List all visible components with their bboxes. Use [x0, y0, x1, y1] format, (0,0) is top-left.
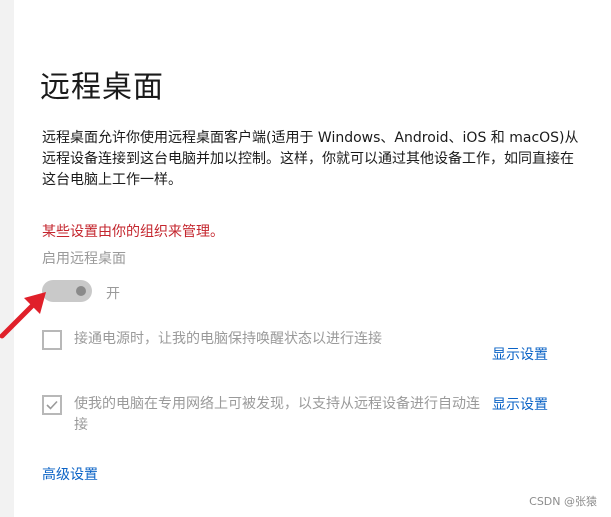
- keep-awake-text: 接通电源时，让我的电脑保持唤醒状态以进行连接: [74, 331, 382, 347]
- watermark: CSDN @张猿: [529, 495, 597, 508]
- toggle-knob: [76, 286, 86, 296]
- checkmark-icon: [46, 400, 58, 410]
- red-arrow-icon: [0, 292, 46, 339]
- page-title: 远程桌面: [40, 70, 164, 105]
- remote-desktop-toggle-label: 启用远程桌面: [42, 251, 126, 267]
- keep-awake-show-settings-link[interactable]: 显示设置: [492, 344, 548, 364]
- discoverable-checkbox[interactable]: [42, 395, 62, 415]
- managed-warning: 某些设置由你的组织来管理。: [42, 224, 224, 240]
- left-nav-strip: [0, 0, 14, 517]
- toggle-state-text: 开: [106, 286, 120, 302]
- discoverable-text: 使我的电脑在专用网络上可被发现，以支持从远程设备进行自动连接: [74, 396, 480, 433]
- page-description: 远程桌面允许你使用远程桌面客户端(适用于 Windows、Android、iOS…: [42, 130, 579, 188]
- advanced-settings-link[interactable]: 高级设置: [42, 464, 98, 484]
- discoverable-show-settings-link[interactable]: 显示设置: [492, 394, 548, 414]
